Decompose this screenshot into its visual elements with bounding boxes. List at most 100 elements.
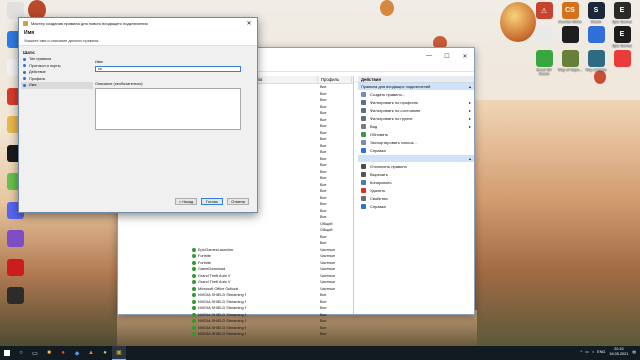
action-item[interactable]: Справка [358, 202, 474, 210]
action-item-content: Фильтровать по группе [361, 115, 413, 121]
desktop-icon[interactable]: Way of Valpo... [557, 50, 583, 72]
actions-section2-header[interactable]: ▴ [358, 155, 474, 162]
rule-profile-cell: Все [320, 91, 327, 96]
action-item[interactable]: Фильтровать по состоянию ▸ [358, 106, 474, 114]
desktop-icon[interactable] [557, 26, 583, 44]
action-item[interactable]: Справка [358, 146, 474, 154]
finish-button[interactable]: Готово [201, 198, 223, 205]
name-input[interactable] [95, 66, 241, 72]
rule-name-cell: Microsoft Office Outlook [118, 286, 246, 291]
desktop-icon[interactable]: Way of Valpo [583, 50, 609, 72]
step-bullet-icon [23, 77, 26, 81]
rule-name: NVIDIA SHIELD Streaming NSS TCP Exce... [198, 293, 246, 298]
app-icon[interactable]: ◆ [70, 346, 84, 360]
desktop-icon[interactable] [2, 287, 28, 305]
rule-profile-cell: Все [320, 325, 327, 330]
action-item[interactable]: Фильтровать по профилю ▸ [358, 98, 474, 106]
clock[interactable]: 20:15 16.05.2021 [609, 347, 628, 356]
desktop-icon[interactable]: Brawl Sill Steam [531, 50, 557, 76]
rule-profile-cell: Все [320, 319, 327, 324]
rule-name-cell: NVIDIA SHIELD Streaming NSS TCP Exce... [118, 293, 246, 298]
start-button[interactable] [0, 346, 14, 360]
desktop-icon[interactable] [2, 230, 28, 248]
firewall-taskbar-icon[interactable]: ▣ [112, 346, 126, 360]
action-item[interactable]: Обновить [358, 130, 474, 138]
desktop-icon[interactable] [531, 26, 557, 44]
wizard-body: Имя: Описание (необязательно): [95, 50, 253, 194]
action-item-content: Отключить правило [361, 163, 407, 169]
action-item-content: Экспортировать список... [361, 139, 417, 145]
step-bullet-icon [23, 70, 26, 74]
wizard-titlebar[interactable]: Мастер создания правила для нового входя… [19, 18, 257, 28]
rule-row[interactable]: NVIDIA SHIELD Streaming SSAU UDP Exce...… [118, 331, 353, 338]
windows-icon [4, 350, 10, 356]
action-item[interactable]: Удалить [358, 186, 474, 194]
desktop-icon[interactable] [2, 258, 28, 277]
collapse-icon[interactable]: ▴ [469, 156, 471, 161]
desktop-icon[interactable]: E Epic Games [609, 26, 635, 48]
wizard-step[interactable]: Имя [21, 82, 93, 89]
action-item[interactable]: Отключить правило [358, 162, 474, 170]
action-item[interactable]: Копировать [358, 178, 474, 186]
balloon [594, 70, 606, 84]
enabled-check-icon [192, 325, 196, 330]
action-item[interactable]: Экспортировать список... [358, 138, 474, 146]
desktop-icon-label: Way of Valpo [585, 68, 607, 72]
collapse-icon[interactable]: ▴ [469, 84, 471, 89]
rule-profile-cell: Все [320, 293, 327, 298]
cancel-button[interactable]: Отмена [227, 198, 249, 205]
close-icon[interactable]: ✕ [241, 20, 257, 27]
volume-icon[interactable]: ◖ [592, 350, 594, 354]
submenu-arrow-icon: ▸ [468, 99, 471, 105]
description-textarea[interactable] [95, 88, 241, 130]
new-rule-icon [361, 91, 366, 97]
desktop-icon[interactable]: E Epic Games [609, 2, 635, 24]
rock-scenery [475, 100, 640, 346]
desktop-icon[interactable]: CS Counter-Strike [557, 2, 583, 24]
desktop-icon[interactable]: ⚠ [531, 2, 557, 20]
rule-profile-cell: Частные [320, 273, 336, 278]
action-item[interactable]: Фильтровать по группе ▸ [358, 114, 474, 122]
enabled-check-icon [192, 299, 196, 304]
desktop-icon[interactable]: S Steam [583, 2, 609, 24]
enabled-check-icon [192, 247, 196, 252]
desktop-icon[interactable] [609, 50, 635, 68]
rule-name: GameDownload [198, 267, 226, 272]
network-icon[interactable]: ▭ [585, 349, 589, 354]
app-icon [6, 258, 24, 276]
rule-profile-cell: Все [320, 124, 327, 129]
chrome-icon[interactable]: ● [56, 346, 70, 360]
action-item[interactable]: Свойства [358, 194, 474, 202]
export-icon [361, 139, 366, 145]
name-label: Имя: [95, 60, 104, 64]
rule-profile-cell: Все [320, 137, 327, 142]
rule-profile-cell: Все [320, 150, 327, 155]
submenu-arrow-icon: ▸ [468, 107, 471, 113]
back-button[interactable]: < Назад [175, 198, 197, 205]
action-item[interactable]: Вырезать [358, 170, 474, 178]
rule-profile-cell: Все [320, 208, 327, 213]
column-profile[interactable]: Профиль [318, 76, 352, 83]
desktop-icon[interactable] [583, 26, 609, 44]
action-item[interactable]: Создать правило... [358, 90, 474, 98]
actions-section-header[interactable]: Правила для входящих подключений ▴ [358, 83, 474, 90]
close-icon[interactable]: ✕ [456, 53, 474, 60]
app-icon[interactable]: ● [98, 346, 112, 360]
desktop-icon-label: Counter-Strike [558, 20, 582, 24]
maximize-icon[interactable]: ☐ [438, 53, 456, 60]
language-indicator[interactable]: ENG [597, 350, 605, 354]
delete-icon [361, 187, 366, 193]
explorer-icon[interactable]: ■ [42, 346, 56, 360]
action-item-content: Фильтровать по профилю [361, 99, 418, 105]
minimize-icon[interactable]: — [420, 53, 438, 59]
task-view-icon[interactable]: ▭ [28, 346, 42, 360]
wizard-title: Мастер создания правила для нового входя… [31, 20, 148, 26]
rule-name: NVIDIA SHIELD Streaming SSAU UDP Exce... [198, 325, 246, 330]
action-item[interactable]: Вид ▸ [358, 122, 474, 130]
rule-profile-cell: Все [320, 332, 327, 337]
search-icon[interactable]: ○ [14, 346, 28, 360]
notifications-icon[interactable]: ▤ [632, 349, 636, 354]
app-icon[interactable]: ▲ [84, 346, 98, 360]
action-item-content: Удалить [361, 187, 385, 193]
chevron-up-icon[interactable]: ^ [580, 350, 582, 354]
